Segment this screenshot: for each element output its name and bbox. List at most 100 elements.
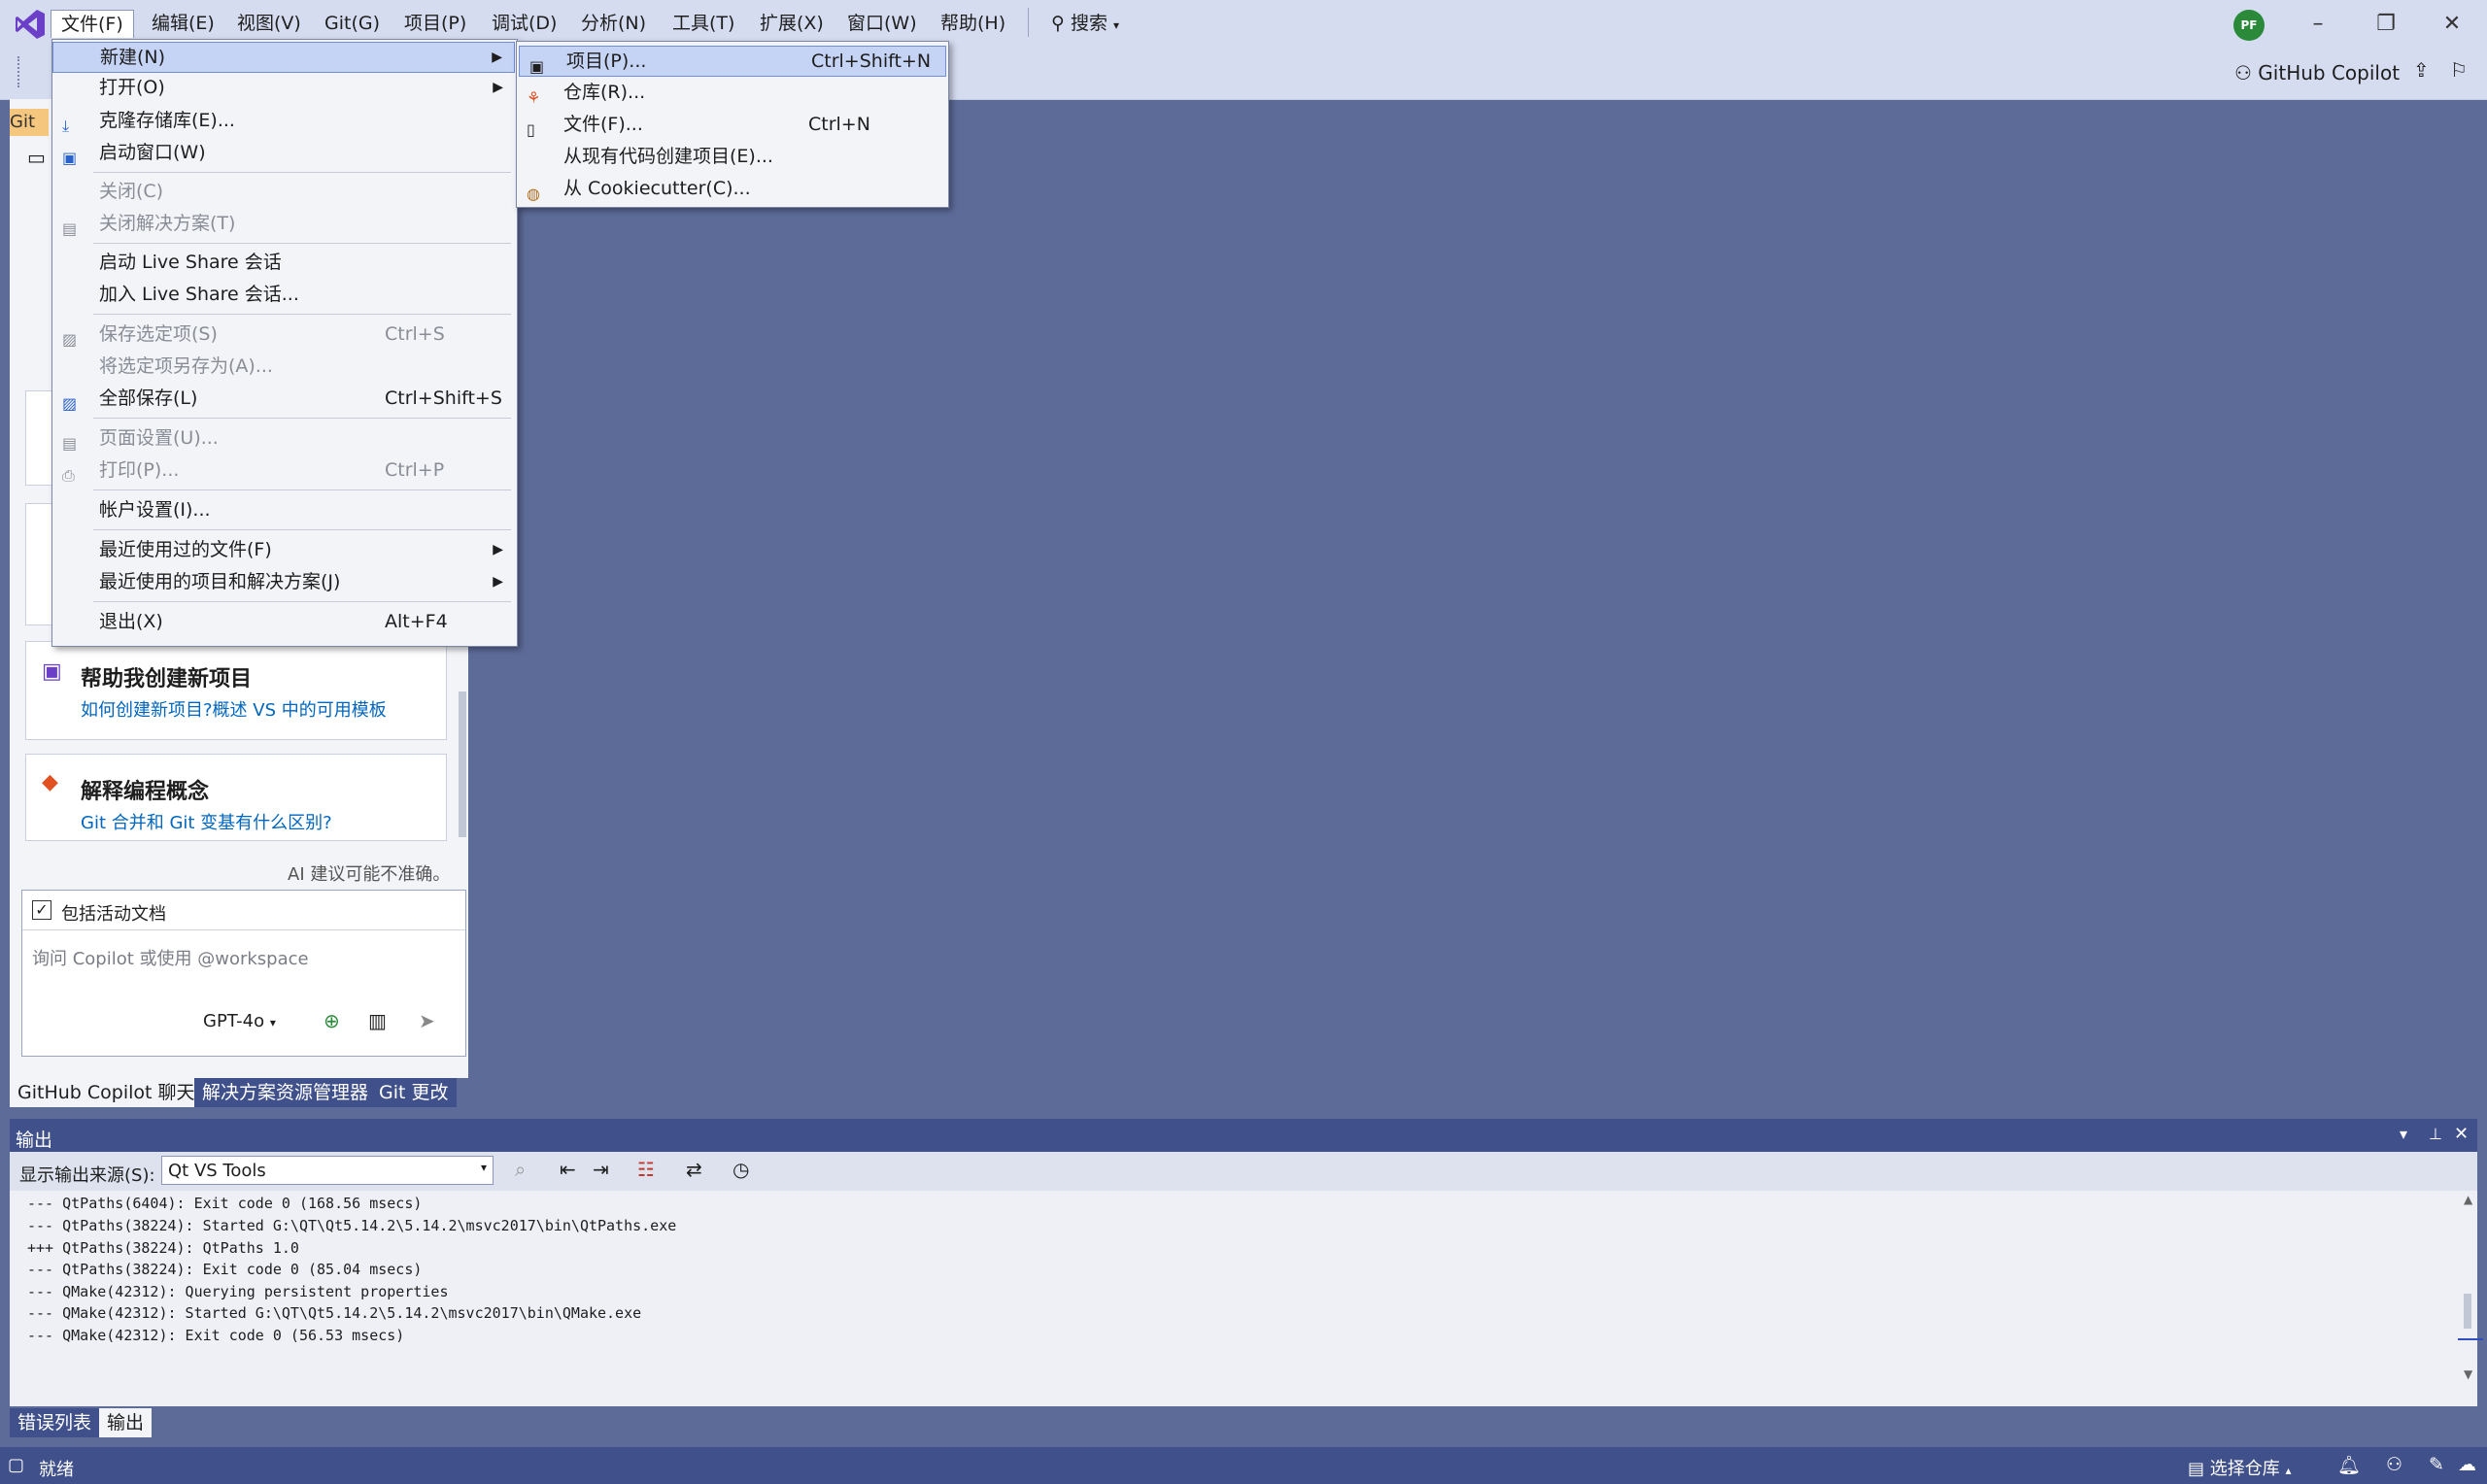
visual-studio-logo-icon[interactable]	[14, 8, 47, 41]
timestamp-icon[interactable]: ◷	[732, 1158, 749, 1181]
menu-label: 文件(F)...	[563, 114, 643, 135]
menu-label: 打开(O)	[99, 77, 165, 98]
feedback-status-icon[interactable]: ✎	[2429, 1454, 2444, 1475]
tab-error-list[interactable]: 错误列表	[10, 1408, 100, 1437]
output-scrollbar[interactable]: ▲ ▼	[2458, 1193, 2483, 1397]
menu-new-repository[interactable]: ⚘ 仓库(R)...	[517, 78, 948, 107]
menu-clone[interactable]: ⤓ 克隆存储库(E)...	[52, 106, 515, 135]
menu-label: 仓库(R)...	[563, 82, 646, 103]
menu-extensions[interactable]: 扩展(X)	[750, 10, 834, 37]
output-source-select[interactable]: Qt VS Tools ▾	[161, 1156, 494, 1185]
search-box[interactable]: ⚲ 搜索 ▾	[1051, 10, 1119, 37]
status-ready: 就绪	[39, 1460, 74, 1480]
chat-input-box[interactable]: ✓ 包括活动文档 询问 Copilot 或使用 @workspace GPT-4…	[21, 890, 466, 1057]
pin-icon[interactable]: ⊥	[2429, 1125, 2442, 1143]
toolbar-grip[interactable]	[17, 56, 25, 87]
menu-from-cookiecutter[interactable]: ◍ 从 Cookiecutter(C)...	[517, 174, 948, 203]
close-icon[interactable]: ✕	[2454, 1124, 2469, 1144]
menu-start-live-share[interactable]: 启动 Live Share 会话	[52, 248, 515, 277]
dropdown-icon[interactable]: ▾	[2400, 1125, 2407, 1143]
minimize-icon[interactable]: –	[2299, 10, 2337, 39]
menu-window[interactable]: 窗口(W)	[837, 10, 927, 37]
menu-analyze[interactable]: 分析(N)	[571, 10, 656, 37]
menu-debug[interactable]: 调试(D)	[482, 10, 566, 37]
menu-label: 退出(X)	[99, 611, 163, 632]
tab-copilot-chat[interactable]: GitHub Copilot 聊天	[10, 1078, 203, 1107]
tab-solution-explorer[interactable]: 解决方案资源管理器	[194, 1078, 377, 1107]
menu-recent-files[interactable]: 最近使用过的文件(F) ▶	[52, 535, 515, 564]
clear-all-icon[interactable]: ☷	[637, 1158, 655, 1181]
menu-save-all[interactable]: ▨ 全部保存(L) Ctrl+Shift+S	[52, 384, 515, 413]
prev-message-icon[interactable]: ⇤	[560, 1158, 576, 1181]
menu-git[interactable]: Git(G)	[315, 10, 390, 37]
restore-icon[interactable]: ❐	[2367, 10, 2405, 39]
output-line: --- QtPaths(38224): Exit code 0 (85.04 m…	[27, 1261, 423, 1278]
menu-label: 将选定项另存为(A)...	[99, 355, 273, 377]
repo-label: 选择仓库	[2209, 1459, 2280, 1479]
share-icon[interactable]: ⇪	[2413, 58, 2430, 82]
attach-icon[interactable]: ⊕	[324, 1009, 340, 1032]
menu-exit[interactable]: 退出(X) Alt+F4	[52, 607, 515, 636]
file-menu: 新建(N) ▶ 打开(O) ▶ ⤓ 克隆存储库(E)... ▣ 启动窗口(W) …	[51, 39, 518, 647]
model-selector[interactable]: GPT-4o ▾	[203, 1011, 276, 1031]
print-icon: ⎙	[62, 466, 75, 485]
repo-selector[interactable]: ▤ 选择仓库 ▴	[2188, 1455, 2292, 1480]
cloud-icon[interactable]: ☁	[2458, 1454, 2476, 1475]
menu-help[interactable]: 帮助(H)	[931, 10, 1015, 37]
card-title: 帮助我创建新项目	[81, 667, 253, 691]
menu-new[interactable]: 新建(N) ▶	[52, 42, 515, 73]
copilot-status-icon[interactable]: ⚇	[2386, 1454, 2402, 1475]
scroll-thumb[interactable]	[459, 691, 466, 837]
avatar[interactable]: PF	[2233, 10, 2265, 41]
menu-join-live-share[interactable]: 加入 Live Share 会话...	[52, 280, 515, 309]
word-wrap-icon[interactable]: ⇄	[686, 1158, 702, 1181]
card-title: 解释编程概念	[81, 780, 210, 804]
include-doc-row: ✓ 包括活动文档	[22, 891, 465, 930]
menu-separator	[93, 601, 511, 602]
menu-new-project[interactable]: ▣ 项目(P)... Ctrl+Shift+N	[519, 46, 946, 77]
output-text-area[interactable]: --- QtPaths(6404): Exit code 0 (168.56 m…	[10, 1191, 2458, 1400]
panel-tab-stub[interactable]: Git	[10, 109, 49, 136]
scroll-up-icon[interactable]: ▲	[2464, 1193, 2472, 1206]
send-icon[interactable]: ➤	[419, 1009, 435, 1032]
scroll-thumb[interactable]	[2464, 1294, 2471, 1329]
menu-start-window[interactable]: ▣ 启动窗口(W)	[52, 138, 515, 167]
menu-label: 打印(P)...	[99, 459, 180, 481]
menu-shortcut: Alt+F4	[385, 611, 448, 632]
chat-input-placeholder[interactable]: 询问 Copilot 或使用 @workspace	[32, 945, 309, 970]
menu-label: 启动 Live Share 会话	[99, 252, 282, 273]
notifications-icon[interactable]: 🔔︎	[2337, 1454, 2361, 1476]
next-message-icon[interactable]: ⇥	[593, 1158, 609, 1181]
save-all-icon: ▨	[62, 394, 78, 413]
new-submenu: ▣ 项目(P)... Ctrl+Shift+N ⚘ 仓库(R)... ▯ 文件(…	[516, 41, 949, 208]
menu-project[interactable]: 项目(P)	[394, 10, 476, 37]
suggestion-card-create-project[interactable]: ▣ 帮助我创建新项目 如何创建新项目?概述 VS 中的可用模板	[25, 641, 447, 740]
feedback-icon[interactable]: ⚐	[2450, 58, 2468, 82]
tab-output[interactable]: 输出	[99, 1408, 153, 1437]
menu-recent-projects[interactable]: 最近使用的项目和解决方案(J) ▶	[52, 567, 515, 596]
chat-icon[interactable]: ▭	[27, 146, 46, 169]
menu-tools[interactable]: 工具(T)	[663, 10, 744, 37]
chevron-down-icon: ▾	[269, 1016, 276, 1029]
menu-from-existing-code[interactable]: 从现有代码创建项目(E)...	[517, 142, 948, 171]
scroll-down-icon[interactable]: ▼	[2464, 1367, 2472, 1381]
prompt-library-icon[interactable]: ▥	[368, 1009, 387, 1032]
menu-file[interactable]: 文件(F)	[51, 10, 134, 38]
tab-git-changes[interactable]: Git 更改	[371, 1078, 457, 1107]
menu-shortcut: Ctrl+N	[808, 114, 870, 135]
menu-open[interactable]: 打开(O) ▶	[52, 73, 515, 102]
include-doc-checkbox[interactable]: ✓	[32, 900, 51, 920]
card-link[interactable]: 如何创建新项目?概述 VS 中的可用模板	[81, 696, 387, 722]
menu-view[interactable]: 视图(V)	[227, 10, 311, 37]
menu-edit[interactable]: 编辑(E)	[142, 10, 224, 37]
menu-new-file[interactable]: ▯ 文件(F)... Ctrl+N	[517, 110, 948, 139]
close-icon[interactable]: ✕	[2433, 10, 2471, 39]
suggestion-card-explain-concept[interactable]: ◆ 解释编程概念 Git 合并和 Git 变基有什么区别?	[25, 754, 447, 841]
submenu-arrow-icon: ▶	[492, 50, 502, 65]
copilot-icon: ⚇	[2234, 61, 2252, 84]
status-bar: ▢ 就绪 ▤ 选择仓库 ▴ 🔔︎ ⚇ ✎ ☁	[0, 1447, 2487, 1484]
menu-shortcut: Ctrl+Shift+S	[385, 388, 502, 409]
card-link[interactable]: Git 合并和 Git 变基有什么区别?	[81, 809, 332, 834]
github-copilot-button[interactable]: ⚇ GitHub Copilot	[2234, 58, 2400, 87]
menu-account-settings[interactable]: 帐户设置(I)...	[52, 495, 515, 524]
